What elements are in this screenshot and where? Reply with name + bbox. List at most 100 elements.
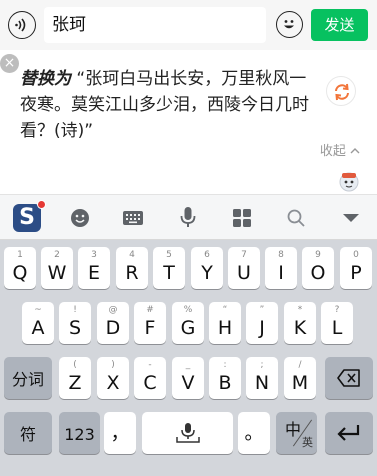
key-y[interactable]: 6Y [191,247,223,289]
key-t[interactable]: 5T [153,247,185,289]
key-w[interactable]: 2W [41,247,73,289]
send-button[interactable]: 发送 [311,9,368,41]
key-label: U [237,262,251,284]
sogou-logo-mark: S [13,199,46,232]
key-label: W [47,262,67,284]
key-k[interactable]: * K [284,302,316,344]
space-mic-icon [176,423,200,443]
key-hint: 0 [353,250,359,260]
notification-dot [37,199,46,209]
key-x[interactable]: ) X [97,357,129,399]
delete-button[interactable] [325,357,373,399]
key-z[interactable]: (Z [59,357,91,399]
key-label: Q [12,262,28,284]
key-label: R [125,262,139,284]
key-hint: ; [260,360,264,370]
key-n[interactable]: ; N [246,357,278,399]
key-hint: - [148,360,152,370]
key-hint: 8 [278,250,284,260]
key-s[interactable]: ! S [59,302,91,344]
key-hint: : [223,360,227,370]
number-label: 123 [64,425,95,444]
key-hint: ) [111,360,115,370]
key-hint: 6 [204,250,210,260]
fenci-label: 分词 [11,370,44,389]
key-u[interactable]: 7U [228,247,260,289]
hide-keyboard-icon[interactable] [331,195,371,240]
key-hint: 2 [54,250,60,260]
key-e[interactable]: 3E [78,247,110,289]
key-label: L [331,317,343,339]
key-label: C [143,372,157,394]
key-hint: # [146,305,154,315]
symbol-label: 符 [19,425,36,444]
key-h[interactable]: “H [209,302,241,344]
period-key[interactable]: 。 [238,412,270,454]
close-icon[interactable]: × [0,54,19,73]
microphone-icon[interactable] [168,195,208,240]
key-hint: “ [222,305,228,315]
key-label: S [68,317,82,339]
key-q[interactable]: 1Q [4,247,36,289]
key-label: I [278,262,284,284]
key-b[interactable]: :B [209,357,241,399]
key-i[interactable]: 8I [265,247,297,289]
key-label: O [310,262,326,284]
key-j[interactable]: ” J [246,302,278,344]
keyboard-icon[interactable] [113,195,153,240]
lang-english-label: 英 [302,436,313,449]
number-button[interactable]: 123 [59,412,100,454]
sogou-logo-letter: S [19,204,35,230]
key-v[interactable]: _ V [172,357,204,399]
mascot-icon[interactable] [338,170,360,192]
fenci-button[interactable]: 分词 [4,357,52,399]
key-hint: 4 [129,250,135,260]
key-c[interactable]: -C [134,357,166,399]
search-icon[interactable] [276,195,316,240]
suggestion-panel: × 替换为 “张珂白马出长安，万里秋风一夜寒。莫笑江山多少泪，西陵今日几时看？(… [0,50,377,168]
space-key[interactable] [142,412,233,454]
key-g[interactable]: % G [172,302,204,344]
key-hint: / [298,360,302,370]
return-icon [337,425,360,441]
key-r[interactable]: 4R [116,247,148,289]
key-label: D [105,317,121,339]
key-o[interactable]: 9O [302,247,334,289]
voice-icon[interactable] [8,11,36,39]
suggestion-text[interactable]: 替换为 “张珂白马出长安，万里秋风一夜寒。莫笑江山多少泪，西陵今日几时看？(诗)… [20,66,310,144]
key-d[interactable]: @ D [97,302,129,344]
refresh-icon[interactable] [326,76,356,106]
sogou-logo[interactable]: S [7,195,47,240]
key-hint: % [183,305,193,315]
key-hint: * [297,305,303,315]
emoji-icon[interactable] [60,195,100,240]
key-hint: 7 [241,250,247,260]
message-input-bar: 张珂 发送 [0,0,377,50]
key-f[interactable]: # F [134,302,166,344]
key-hint: _ [185,360,191,370]
key-hint: 3 [91,250,97,260]
message-input[interactable]: 张珂 [44,7,266,43]
enter-button[interactable] [325,412,373,454]
symbol-button[interactable]: 符 [4,412,52,454]
key-label: Z [68,372,82,394]
apps-icon[interactable] [222,195,262,240]
collapse-label: 收起 [319,144,346,159]
key-p[interactable]: 0P [340,247,372,289]
key-hint: ~ [34,305,42,315]
key-a[interactable]: ~ A [22,302,54,344]
key-hint: ! [73,305,77,315]
comma-key[interactable]: ， [104,412,136,454]
key-hint: 9 [315,250,321,260]
key-label: B [218,372,232,394]
mascot-strip [0,168,377,194]
key-label: A [31,317,45,339]
collapse-button[interactable]: 收起 [320,140,360,159]
keyboard: 1Q 2W 3E 4R 5T 6Y 7U 8I 9O 0P ~ A ! S @ D #… [0,240,377,476]
smiley-icon[interactable] [276,11,303,38]
period-label: 。 [244,422,264,444]
key-l[interactable]: ? L [321,302,353,344]
key-m[interactable]: / M [284,357,316,399]
language-switch-key[interactable]: 中 英 [276,412,317,454]
key-label: J [259,317,265,339]
